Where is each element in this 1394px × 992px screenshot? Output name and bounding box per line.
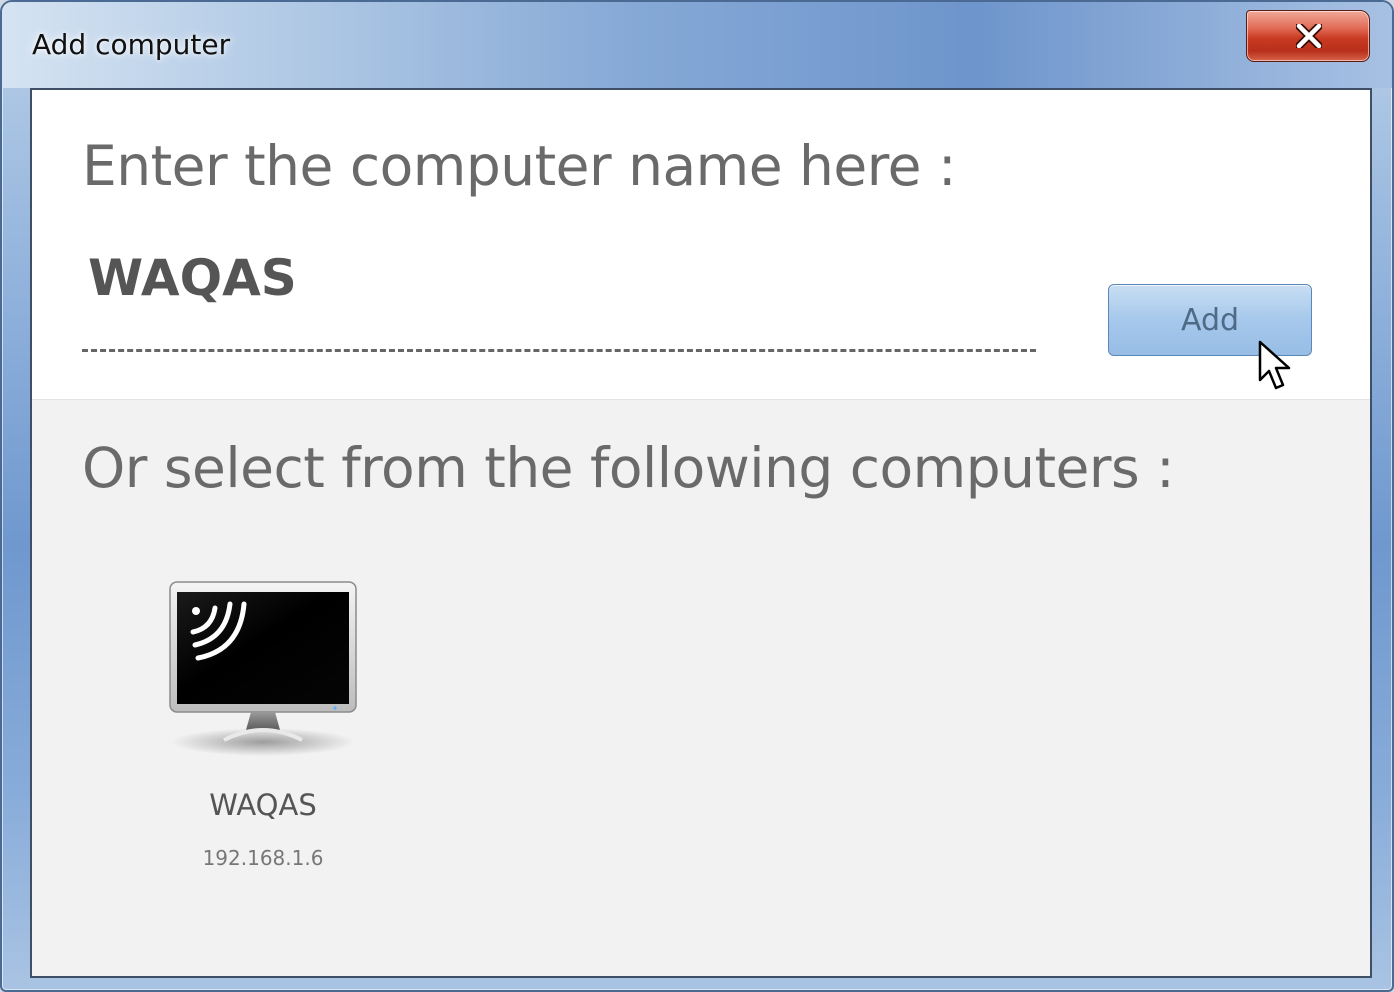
select-computers-prompt: Or select from the following computers : (82, 436, 1175, 500)
window-title: Add computer (32, 28, 231, 61)
title-bar[interactable]: Add computer (2, 2, 1392, 88)
dialog-content: Enter the computer name here : Add Or se… (30, 88, 1372, 978)
entry-panel: Enter the computer name here : Add (32, 90, 1370, 400)
computer-monitor-icon (169, 581, 357, 756)
close-icon (1296, 24, 1322, 48)
computer-item[interactable]: WAQAS 192.168.1.6 (152, 570, 374, 890)
computer-name: WAQAS (209, 788, 317, 822)
computer-name-prompt: Enter the computer name here : (82, 134, 957, 198)
mouse-pointer-icon (1258, 340, 1291, 390)
computer-name-input[interactable] (82, 240, 1036, 352)
computer-ip: 192.168.1.6 (202, 846, 324, 870)
add-computer-dialog: Add computer Enter the computer name her… (0, 0, 1394, 992)
close-button[interactable] (1246, 10, 1370, 62)
